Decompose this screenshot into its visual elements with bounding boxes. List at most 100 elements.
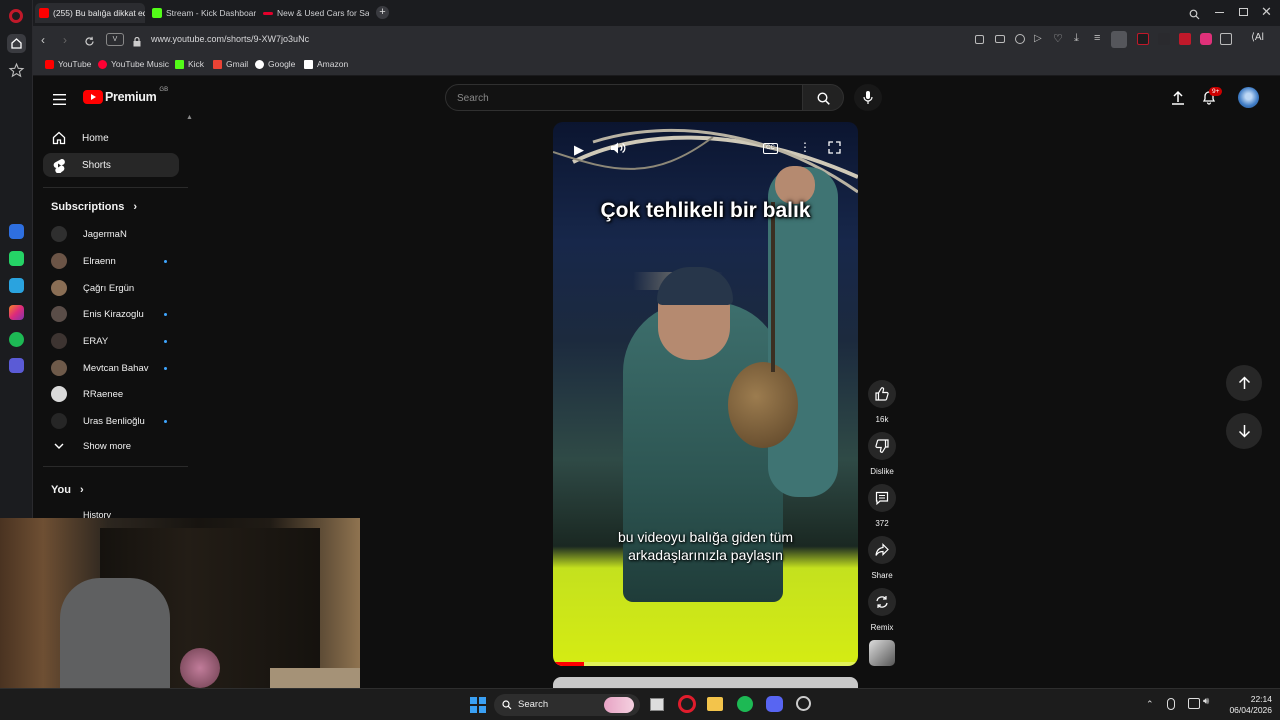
heart-icon[interactable]: ♡ — [1053, 32, 1063, 45]
sound-thumbnail[interactable] — [869, 640, 895, 666]
play-icon[interactable]: ▷ — [1034, 33, 1042, 44]
youtube-premium-logo[interactable]: Premium GB — [83, 87, 168, 104]
dislike-button[interactable] — [868, 432, 896, 460]
remix-icon — [876, 596, 888, 608]
sidebar-item-shorts[interactable]: Shorts — [43, 153, 179, 177]
vpn-badge-icon[interactable]: V — [106, 33, 124, 46]
shorts-video-player[interactable]: ▶ CC ⋮ Çok tehlikeli bir balık bu videoy… — [553, 122, 858, 666]
network-icon[interactable] — [1188, 698, 1200, 709]
extension-1-icon[interactable] — [1137, 33, 1149, 45]
star-icon[interactable] — [8, 62, 25, 79]
extensions-icon[interactable] — [1220, 33, 1232, 45]
next-short-button[interactable] — [1226, 413, 1262, 449]
whatsapp-icon[interactable] — [9, 251, 24, 266]
instagram-icon[interactable] — [9, 305, 24, 320]
maximize-icon[interactable] — [1239, 8, 1248, 16]
captions-icon[interactable]: CC — [763, 143, 778, 154]
extension-3-icon[interactable] — [1179, 33, 1191, 45]
thumbs-up-icon — [875, 387, 889, 401]
video-progress-track[interactable] — [553, 662, 858, 666]
subscription-item[interactable]: RRaenee — [51, 386, 123, 402]
telegram-icon[interactable] — [9, 278, 24, 293]
tab-youtube[interactable]: (255) Bu balığa dikkat edin — [35, 3, 145, 23]
share-button[interactable] — [868, 536, 896, 564]
sidebar-item-home[interactable]: Home — [43, 126, 179, 150]
settings-taskbar-icon[interactable] — [796, 696, 811, 711]
play-button[interactable]: ▶ — [574, 142, 584, 158]
remix-button[interactable] — [868, 588, 896, 616]
aria-ai-icon[interactable]: ⟨Al — [1251, 32, 1264, 43]
new-tab-icon[interactable]: + — [376, 6, 389, 19]
task-view-icon[interactable] — [650, 698, 664, 711]
bookmark-kick[interactable]: Kick — [175, 59, 204, 69]
microphone-tray-icon[interactable] — [1167, 698, 1175, 710]
reload-icon[interactable] — [84, 34, 95, 46]
tab-label: Stream - Kick Dashboard — [166, 8, 256, 18]
subscription-item[interactable]: Çağrı Ergün — [51, 280, 134, 296]
bookmark-gmail[interactable]: Gmail — [213, 59, 248, 69]
upload-icon[interactable] — [1171, 90, 1185, 105]
bookmark-amazon[interactable]: Amazon — [304, 59, 348, 69]
edit-icon[interactable] — [975, 35, 984, 44]
subscriptions-header[interactable]: Subscriptions › — [51, 201, 137, 213]
bookmark-youtube-music[interactable]: YouTube Music — [98, 59, 169, 69]
comments-button[interactable] — [868, 484, 896, 512]
subscription-item[interactable]: Elraenn — [51, 253, 116, 269]
download-icon[interactable]: ⤓ — [1074, 32, 1079, 45]
forward-icon[interactable]: › — [63, 33, 67, 47]
subscription-item[interactable]: JagermaN — [51, 226, 127, 242]
taskbar-search[interactable]: Search — [494, 694, 640, 716]
microphone-icon — [863, 91, 873, 104]
hamburger-menu-icon[interactable] — [53, 92, 66, 105]
more-options-icon[interactable]: ⋮ — [799, 140, 811, 154]
search-icon — [817, 92, 830, 105]
search-button[interactable] — [802, 84, 844, 111]
subscription-item[interactable]: ERAY — [51, 333, 108, 349]
tray-overflow-icon[interactable]: ⌃ — [1146, 699, 1154, 710]
tab-kick[interactable]: Stream - Kick Dashboard — [148, 3, 256, 23]
subscription-item[interactable]: Mevtcan Bahav — [51, 360, 148, 376]
opera-taskbar-icon[interactable] — [678, 695, 696, 713]
sidebar-scroll-up-icon[interactable]: ▲ — [186, 114, 193, 121]
volume-icon[interactable] — [610, 141, 626, 155]
back-icon[interactable]: ‹ — [41, 33, 45, 47]
search-tabs-icon[interactable] — [1189, 7, 1200, 20]
spotify-taskbar-icon[interactable] — [737, 696, 753, 712]
voice-search-button[interactable] — [854, 84, 882, 111]
show-more-button[interactable]: Show more — [51, 440, 131, 452]
thumbs-down-icon — [875, 439, 889, 453]
subscription-item[interactable]: Uras Benlioğlu — [51, 413, 145, 429]
previous-short-button[interactable] — [1226, 365, 1262, 401]
menu-icon[interactable]: ≡ — [1094, 32, 1100, 44]
like-button[interactable] — [868, 380, 896, 408]
bookmark-label: Amazon — [317, 59, 349, 69]
subscription-item[interactable]: Enis Kirazoglu — [51, 306, 144, 322]
clock[interactable]: 22:14 06/04/2026 — [1222, 694, 1272, 716]
bookmark-youtube[interactable]: YouTube — [45, 59, 91, 69]
spotify-icon[interactable] — [9, 332, 24, 347]
file-explorer-icon[interactable] — [707, 697, 723, 711]
player-icon[interactable] — [9, 358, 24, 373]
minimize-icon[interactable] — [1215, 12, 1224, 13]
bookmark-google[interactable]: Google — [255, 59, 295, 69]
opera-logo-icon[interactable] — [9, 9, 23, 23]
you-header[interactable]: You › — [51, 484, 84, 496]
volume-tray-icon[interactable]: 🔊︎ — [1203, 696, 1209, 707]
shield-icon[interactable] — [1015, 34, 1025, 44]
fullscreen-icon[interactable] — [828, 141, 841, 154]
channel-name: Elraenn — [83, 255, 116, 267]
home-icon[interactable] — [7, 34, 26, 53]
search-input[interactable]: Search — [445, 84, 803, 111]
extension-2-icon[interactable] — [1158, 33, 1170, 45]
messenger-icon[interactable] — [9, 224, 24, 239]
avatar[interactable] — [1238, 87, 1259, 108]
start-menu-icon[interactable] — [470, 697, 486, 713]
live-indicator — [164, 367, 167, 370]
profile-icon[interactable] — [1111, 31, 1127, 48]
tab-cars[interactable]: New & Used Cars for Sale — [259, 3, 369, 23]
camera-icon[interactable] — [995, 35, 1005, 43]
extension-4-icon[interactable] — [1200, 33, 1212, 45]
discord-icon[interactable] — [766, 696, 783, 712]
close-window-icon[interactable]: ✕ — [1261, 4, 1272, 20]
url-field[interactable]: www.youtube.com/shorts/9-XW7jo3uNc — [151, 34, 309, 44]
